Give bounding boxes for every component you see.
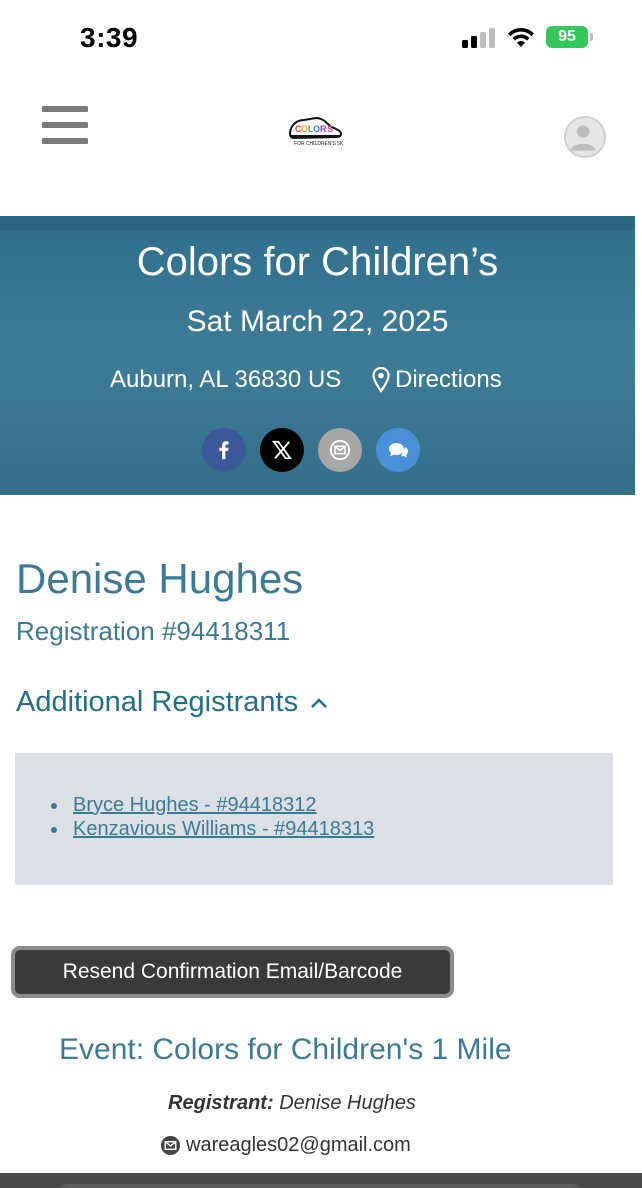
battery-level: 95: [546, 26, 588, 48]
email-icon: [329, 439, 351, 461]
list-item: Bryce Hughes - #94418312: [50, 793, 374, 817]
registrant-name: Denise Hughes: [16, 555, 304, 602]
event-logo[interactable]: C O L O R S FOR CHILDREN'S 5K: [286, 108, 344, 148]
chevron-up-icon: [311, 697, 327, 708]
status-bar: 3:39 95: [0, 0, 642, 76]
svg-text:O: O: [313, 124, 320, 134]
additional-registrants-label: Additional Registrants: [16, 686, 299, 718]
share-buttons: [202, 428, 420, 472]
svg-text:R: R: [320, 124, 327, 134]
email-share-button[interactable]: [318, 428, 362, 472]
event-registrant-name: Denise Hughes: [279, 1092, 416, 1114]
browser-address-pill: [60, 1184, 580, 1188]
event-location: Auburn, AL 36830 US: [110, 366, 342, 393]
x-icon: [271, 440, 293, 460]
directions-label: Directions: [395, 366, 502, 393]
svg-text:S: S: [327, 124, 333, 134]
map-pin-icon: [372, 367, 390, 393]
cellular-signal-icon: [462, 28, 496, 48]
event-hero: Colors for Children’s Sat March 22, 2025…: [0, 216, 635, 495]
registration-number: Registration #94418311: [16, 616, 291, 646]
facebook-icon: [219, 441, 229, 460]
directions-link[interactable]: Directions: [372, 366, 502, 394]
additional-registrants-list: Bryce Hughes - #94418312 Kenzavious Will…: [50, 793, 374, 841]
wifi-icon: [508, 27, 534, 47]
svg-text:FOR CHILDREN'S 5K: FOR CHILDREN'S 5K: [294, 141, 344, 147]
additional-registrants-panel: Bryce Hughes - #94418312 Kenzavious Will…: [15, 753, 613, 885]
list-item: Kenzavious Williams - #94418313: [50, 817, 374, 841]
x-share-button[interactable]: [260, 428, 304, 472]
status-time: 3:39: [80, 22, 139, 53]
event-registrant: Registrant: Denise Hughes: [0, 1092, 584, 1115]
registrant-label: Registrant:: [168, 1092, 274, 1114]
additional-registrant-link[interactable]: Bryce Hughes - #94418312: [73, 794, 317, 816]
facebook-share-button[interactable]: [202, 428, 246, 472]
email-address: wareagles02@gmail.com: [186, 1134, 411, 1156]
hamburger-menu-icon[interactable]: [42, 106, 88, 144]
sms-share-button[interactable]: [376, 428, 420, 472]
event-name-heading: Event: Colors for Children's 1 Mile: [59, 1033, 512, 1066]
email-icon: [160, 1135, 181, 1156]
additional-registrants-toggle[interactable]: Additional Registrants: [16, 686, 328, 719]
sms-icon: [389, 443, 408, 458]
battery-icon: 95: [546, 26, 594, 48]
app-header: C O L O R S FOR CHILDREN'S 5K: [0, 76, 642, 216]
resend-confirmation-button[interactable]: Resend Confirmation Email/Barcode: [11, 946, 454, 998]
user-avatar-icon[interactable]: [564, 116, 606, 158]
event-date: Sat March 22, 2025: [186, 305, 449, 338]
registrant-email: wareagles02@gmail.com: [160, 1134, 411, 1157]
additional-registrant-link[interactable]: Kenzavious Williams - #94418313: [73, 818, 374, 840]
svg-text:O: O: [301, 124, 308, 134]
event-title: Colors for Children’s: [136, 240, 499, 284]
